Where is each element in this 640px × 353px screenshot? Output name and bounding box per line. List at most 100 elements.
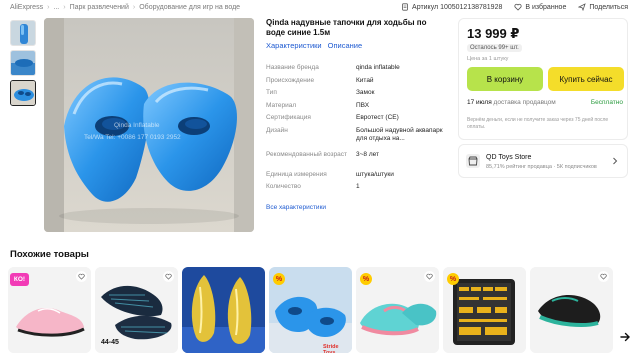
heart-icon (165, 273, 172, 280)
thumbnail-3-selected[interactable] (10, 80, 36, 106)
breadcrumb-separator: › (47, 4, 50, 11)
carousel-next-arrow-icon[interactable] (618, 330, 632, 344)
spec-key: Название бренда (266, 64, 319, 71)
thumbnail-2[interactable] (10, 50, 36, 76)
spec-value: Большой надувной аквапарк для отдыха на.… (356, 126, 443, 142)
watermark-phone: Tel/Wa Tel: +0086 177 0193 2952 (84, 134, 181, 141)
spec-value: штука/штуки (356, 170, 394, 178)
store-icon (466, 154, 480, 168)
similar-card[interactable]: % (356, 267, 439, 353)
spec-key: Дизайн (266, 126, 288, 134)
add-to-cart-button[interactable]: В корзину (467, 67, 543, 91)
discount-badge: % (447, 273, 459, 285)
spec-value: ПВХ (356, 101, 370, 109)
thumbnail-image (11, 81, 35, 105)
spec-value: Замок (356, 89, 375, 96)
spec-row: Количество 1 (266, 183, 446, 196)
main-product-image[interactable]: Qinda Inflatable Tel/Wa Tel: +0086 177 0… (44, 18, 254, 232)
breadcrumb-separator: › (132, 4, 136, 11)
refund-note: Вернём деньги, если не получите заказ че… (467, 117, 609, 130)
breadcrumb-separator: › (63, 4, 66, 11)
delivery-by: доставка продавцом (493, 99, 556, 106)
breadcrumb: AliExpress › ... › Парк развлечений › Об… (10, 4, 240, 11)
spec-key: Единица измерения (266, 170, 327, 178)
spec-row: Единица измерения штука/штуки (266, 171, 446, 184)
heart-icon (514, 3, 522, 11)
heart-icon (426, 273, 433, 280)
spec-key: Тип (266, 89, 277, 96)
favorites-label: В избранное (525, 3, 567, 11)
thumbnail-image (11, 51, 35, 75)
thumbnail-list (10, 20, 38, 110)
card-label: Stride Toys (323, 344, 339, 353)
top-bar: AliExpress › ... › Парк развлечений › Об… (0, 0, 640, 16)
favorite-toggle[interactable] (424, 271, 435, 282)
top-actions: Артикул 1005012138781928 В избранное Под… (401, 3, 628, 11)
delivery-info: 17 июля доставка продавцом Бесплатно (467, 99, 623, 106)
store-card[interactable]: QD Toys Store 85,71% рейтинг продавца · … (458, 144, 628, 178)
favorite-toggle[interactable] (598, 271, 609, 282)
breadcrumb-ellipsis[interactable]: ... (53, 4, 59, 11)
similar-card[interactable]: 44-45 (95, 267, 178, 353)
delivery-cost: Бесплатно (590, 99, 623, 106)
tab-description[interactable]: Описание (328, 41, 363, 50)
spec-row: Дизайн Большой надувной аквапарк для отды… (266, 127, 446, 151)
share-icon (578, 3, 587, 11)
price: 13 999 ₽ (467, 26, 520, 41)
breadcrumb-aliexpress[interactable]: AliExpress (10, 4, 43, 11)
all-specs-link[interactable]: Все характеристики (266, 204, 326, 211)
product-image (182, 267, 265, 353)
chevron-right-icon (613, 157, 618, 165)
similar-card[interactable] (182, 267, 265, 353)
promo-badge: КО! (10, 273, 29, 286)
spec-value: 1 (356, 183, 360, 190)
unit-price-label: Цена за 1 штуку (467, 56, 509, 62)
discount-badge: % (360, 273, 372, 285)
spec-key: Происхождение (266, 76, 315, 84)
similar-card[interactable]: КО! (8, 267, 91, 353)
breadcrumb-water-games[interactable]: Оборудование для игр на воде (139, 4, 240, 11)
delivery-when: 17 июля доставка продавцом (467, 99, 556, 106)
spec-value: Евротест (CE) (356, 114, 399, 121)
share-button[interactable]: Поделиться (578, 3, 628, 11)
article-id[interactable]: Артикул 1005012138781928 (401, 3, 502, 11)
thumbnail-image (11, 21, 35, 45)
breadcrumb-amusement-park[interactable]: Парк развлечений (70, 4, 129, 11)
watermark-brand: Qinda Inflatable (114, 122, 160, 129)
store-name[interactable]: QD Toys Store (486, 154, 531, 161)
spec-value: 3~8 лет (356, 150, 380, 158)
thumbnail-1[interactable] (10, 20, 36, 46)
spec-key: Материал (266, 101, 297, 109)
product-tabs: Характеристики Описание (266, 41, 362, 50)
spec-value: qinda inflatable (356, 64, 400, 71)
spec-key: Сертификация (266, 114, 311, 121)
spec-row: Название бренда qinda inflatable (266, 64, 446, 77)
similar-card[interactable]: % Stride Toys (269, 267, 352, 353)
similar-section-title: Похожие товары (10, 249, 89, 260)
favorite-toggle[interactable] (76, 271, 87, 282)
spec-row: Тип Замок (266, 89, 446, 102)
favorites-button[interactable]: В избранное (514, 3, 566, 11)
spec-key: Рекомендованный возраст (266, 150, 347, 158)
spec-key: Количество (266, 183, 301, 190)
similar-carousel: КО! 44-45 % Stride Toys % % (8, 267, 640, 353)
heart-icon (78, 273, 85, 280)
spec-row: Материал ПВХ (266, 102, 446, 115)
spec-row: Происхождение Китай (266, 77, 446, 90)
stock-badge: Осталось 99+ шт. (467, 44, 522, 52)
similar-card[interactable]: % (443, 267, 526, 353)
store-meta: 85,71% рейтинг продавца · 5К подписчиков (486, 164, 597, 170)
tab-characteristics[interactable]: Характеристики (266, 41, 322, 50)
spec-row: Сертификация Евротест (CE) (266, 114, 446, 127)
share-label: Поделиться (589, 3, 628, 11)
delivery-date: 17 июля (467, 99, 492, 106)
size-label: 44-45 (101, 339, 119, 346)
favorite-toggle[interactable] (163, 271, 174, 282)
spec-row: Рекомендованный возраст 3~8 лет (266, 151, 446, 171)
specs-table: Название бренда qinda inflatable Происхож… (266, 64, 446, 196)
spec-value: Китай (356, 76, 374, 84)
buy-now-button[interactable]: Купить сейчас (548, 67, 624, 91)
product-title: Qinda надувные тапочки для ходьбы по вод… (266, 18, 427, 37)
heart-icon (600, 273, 607, 280)
similar-card[interactable] (530, 267, 613, 353)
